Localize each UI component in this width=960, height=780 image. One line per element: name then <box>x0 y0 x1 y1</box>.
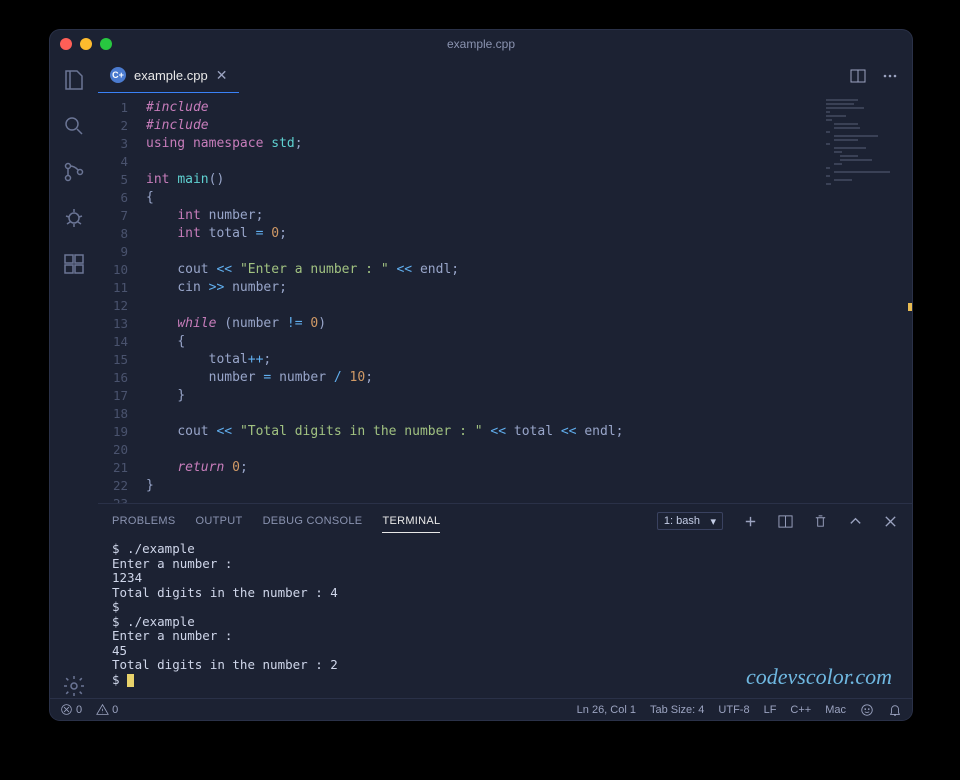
line-number-gutter: 1234567891011121314151617181920212223 <box>98 93 138 503</box>
titlebar: example.cpp <box>50 30 912 58</box>
status-cursor-position[interactable]: Ln 26, Col 1 <box>577 704 636 716</box>
editor-group: C+ example.cpp ✕ 12345678910111213141516… <box>98 58 912 698</box>
activity-bar <box>50 58 98 698</box>
overview-ruler-marker <box>908 303 912 311</box>
close-panel-icon[interactable] <box>883 514 898 529</box>
panel-tab-bar: PROBLEMS OUTPUT DEBUG CONSOLE TERMINAL 1… <box>98 504 912 538</box>
more-actions-icon[interactable] <box>882 68 898 84</box>
tab-debug-console[interactable]: DEBUG CONSOLE <box>263 515 363 527</box>
tab-output[interactable]: OUTPUT <box>196 515 243 527</box>
tab-label: example.cpp <box>134 68 208 83</box>
tab-example-cpp[interactable]: C+ example.cpp ✕ <box>98 58 239 93</box>
code-content[interactable]: #include #include using namespace std; i… <box>138 93 912 503</box>
kill-terminal-icon[interactable] <box>813 514 828 529</box>
status-eol[interactable]: LF <box>764 704 777 716</box>
window-title: example.cpp <box>50 37 912 51</box>
status-tab-size[interactable]: Tab Size: 4 <box>650 704 704 716</box>
cpp-file-icon: C+ <box>110 67 126 83</box>
minimap[interactable] <box>826 99 906 219</box>
tab-terminal[interactable]: TERMINAL <box>382 515 440 533</box>
terminal-selector[interactable]: 1: bash ▾ <box>657 512 723 530</box>
search-icon[interactable] <box>62 114 86 138</box>
extensions-icon[interactable] <box>62 252 86 276</box>
split-terminal-icon[interactable] <box>778 514 793 529</box>
settings-gear-icon[interactable] <box>62 674 86 698</box>
watermark: codevscolor.com <box>746 664 892 690</box>
status-feedback-icon[interactable] <box>860 703 874 717</box>
editor-window: example.cpp C+ example.cpp ✕ <box>50 30 912 720</box>
status-encoding[interactable]: UTF-8 <box>718 704 749 716</box>
tab-bar: C+ example.cpp ✕ <box>98 58 912 93</box>
close-tab-icon[interactable]: ✕ <box>216 67 228 84</box>
status-os[interactable]: Mac <box>825 704 846 716</box>
tab-problems[interactable]: PROBLEMS <box>112 515 176 527</box>
split-editor-icon[interactable] <box>850 68 866 84</box>
explorer-icon[interactable] <box>62 68 86 92</box>
status-language[interactable]: C++ <box>790 704 811 716</box>
source-control-icon[interactable] <box>62 160 86 184</box>
new-terminal-icon[interactable] <box>743 514 758 529</box>
status-bar: 0 0 Ln 26, Col 1 Tab Size: 4 UTF-8 LF C+… <box>50 698 912 720</box>
maximize-panel-icon[interactable] <box>848 514 863 529</box>
debug-icon[interactable] <box>62 206 86 230</box>
status-warnings[interactable]: 0 <box>96 703 118 716</box>
status-errors[interactable]: 0 <box>60 703 82 716</box>
window-body: C+ example.cpp ✕ 12345678910111213141516… <box>50 58 912 698</box>
editor[interactable]: 1234567891011121314151617181920212223 #i… <box>98 93 912 503</box>
status-notifications-icon[interactable] <box>888 703 902 717</box>
